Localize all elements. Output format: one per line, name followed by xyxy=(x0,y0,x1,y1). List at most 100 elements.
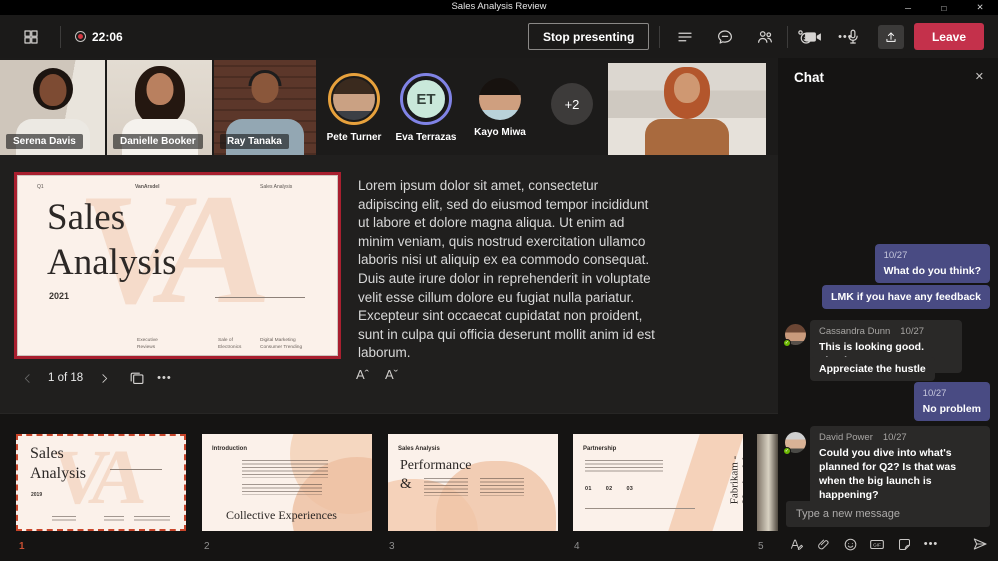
thumbnail-title: Performance xyxy=(400,458,472,474)
chat-message-self: LMK if you have any feedback xyxy=(822,285,990,309)
toolbar-divider xyxy=(60,26,61,48)
chat-close-icon[interactable]: ✕ xyxy=(975,70,984,83)
thumbnail-number: 1 xyxy=(19,541,25,552)
overflow-participants[interactable]: +2 xyxy=(536,83,608,125)
decrease-font-button[interactable]: Aˇ xyxy=(385,367,398,382)
maximize-button[interactable]: □ xyxy=(926,0,962,15)
toolbar-divider xyxy=(787,26,788,48)
share-tray-icon[interactable] xyxy=(878,25,904,49)
message-time: 10/27 xyxy=(884,249,981,263)
compose-more-icon[interactable]: ••• xyxy=(923,536,939,552)
video-tile-danielle-booker[interactable]: Danielle Booker xyxy=(107,60,212,155)
current-slide[interactable]: VA Q1 VanArsdel Sales Analysis Sales Ana… xyxy=(14,172,341,359)
previous-slide-icon[interactable] xyxy=(16,367,38,389)
thumbnail-slide-1[interactable]: VA Sales Analysis 2019 xyxy=(16,434,186,531)
thumbnail-number: 4 xyxy=(574,541,580,552)
svg-text:GIF: GIF xyxy=(873,542,881,547)
message-time: 10/27 xyxy=(923,387,981,401)
chat-message-input[interactable] xyxy=(786,501,990,527)
chat-bubble-icon[interactable] xyxy=(710,22,740,52)
chat-avatar-cassandra[interactable]: ✓ xyxy=(785,324,806,345)
thumbnail-slide-2[interactable]: Introduction Collective Experiences xyxy=(202,434,372,531)
window-titlebar: Sales Analysis Review ─ □ ✕ xyxy=(0,0,998,15)
participant-name-label: Pete Turner xyxy=(327,132,382,143)
avatar-eva-terrazas[interactable]: ET Eva Terrazas xyxy=(390,73,462,143)
message-meta: David Power10/27 xyxy=(819,431,981,445)
participant-name-tag: Ray Tanaka xyxy=(220,134,289,149)
status-available-icon: ✓ xyxy=(783,447,791,455)
send-icon[interactable] xyxy=(972,536,988,552)
slide-header-right: Sales Analysis xyxy=(260,184,292,190)
recording-dot-icon xyxy=(75,31,86,42)
window-title: Sales Analysis Review xyxy=(0,1,998,12)
recording-indicator: 22:06 xyxy=(75,30,123,44)
slide-grid-icon[interactable] xyxy=(125,367,147,389)
toolbar-divider xyxy=(659,26,660,48)
next-slide-icon[interactable] xyxy=(93,367,115,389)
thumbnail-number: 5 xyxy=(758,541,764,552)
avatar-photo xyxy=(479,78,521,120)
chat-panel-title: Chat xyxy=(794,70,824,85)
slide-body-text: Lorem ipsum dolor sit amet, consectetur … xyxy=(358,177,656,363)
chat-avatar-david[interactable]: ✓ xyxy=(785,432,806,453)
chat-panel: Chat ✕ 10/27 What do you think? LMK if y… xyxy=(778,58,998,561)
minimize-button[interactable]: ─ xyxy=(890,0,926,15)
meeting-toolbar: 22:06 Stop presenting ••• xyxy=(0,15,998,58)
window-controls: ─ □ ✕ xyxy=(890,0,998,15)
slide-title: Sales Analysis xyxy=(47,195,177,285)
format-icon[interactable] xyxy=(788,536,804,552)
thumbnail-slide-3[interactable]: Sales Analysis Performance & xyxy=(388,434,558,531)
leave-button[interactable]: Leave xyxy=(914,23,984,50)
message-text: Appreciate the hustle xyxy=(819,362,926,376)
emoji-icon[interactable] xyxy=(842,536,858,552)
participants-icon[interactable] xyxy=(750,22,780,52)
chat-message-other-followup: Appreciate the hustle xyxy=(810,357,935,381)
slide-header-left: Q1 xyxy=(37,184,44,190)
video-tile-serena-davis[interactable]: Serena Davis xyxy=(0,60,105,155)
presentation-stage: VA Q1 VanArsdel Sales Analysis Sales Ana… xyxy=(0,155,778,413)
avatar-kayo-miwa[interactable]: Kayo Miwa xyxy=(464,78,536,138)
teams-meeting-window: Sales Analysis Review ─ □ ✕ 22:06 Stop p… xyxy=(0,0,998,561)
slide-navigation: 1 of 18 ••• xyxy=(16,367,172,389)
speaking-ring: ET xyxy=(400,73,452,125)
message-meta: Cassandra Dunn 10/27 xyxy=(819,325,953,339)
participant-name-label: Kayo Miwa xyxy=(474,127,526,138)
close-button[interactable]: ✕ xyxy=(962,0,998,15)
meeting-timer: 22:06 xyxy=(92,30,123,44)
sticker-icon[interactable] xyxy=(896,536,912,552)
slide-year: 2021 xyxy=(49,291,69,301)
message-author: Cassandra Dunn xyxy=(819,326,890,337)
avatar-pete-turner[interactable]: Pete Turner xyxy=(318,73,390,143)
participant-name-tag: Serena Davis xyxy=(6,134,83,149)
increase-font-button[interactable]: Aˆ xyxy=(356,367,369,382)
chat-message-other: ✓ David Power10/27 Could you dive into w… xyxy=(785,426,990,507)
video-tile-ray-tanaka[interactable]: Ray Tanaka xyxy=(214,60,316,155)
message-time: 10/27 xyxy=(900,326,924,337)
thumbnail-slide-4[interactable]: Partnership 010203 Fabrikam - VanArsdel xyxy=(573,434,743,531)
camera-icon[interactable] xyxy=(798,22,828,52)
thumbnail-ampersand: & xyxy=(400,476,412,493)
apps-grid-icon[interactable] xyxy=(16,22,46,52)
participant-video-strip: Serena Davis Danielle Booker Ray Tanaka … xyxy=(0,58,778,155)
video-tile-presenter[interactable] xyxy=(608,63,766,155)
overflow-count-badge: +2 xyxy=(551,83,593,125)
slide-footer-col1: Executive Reviews xyxy=(137,337,158,351)
avatar-photo xyxy=(333,78,375,120)
thumbnail-strip: VA Sales Analysis 2019 1 Introduction Co… xyxy=(0,413,778,561)
message-author: David Power xyxy=(819,432,873,443)
thumbnail-number: 3 xyxy=(389,541,395,552)
slide-position-label: 1 of 18 xyxy=(48,372,83,384)
microphone-icon[interactable] xyxy=(838,22,868,52)
gif-icon[interactable]: GIF xyxy=(869,536,885,552)
slide-footer-col2: Sale of Electronics xyxy=(218,337,241,351)
status-available-icon: ✓ xyxy=(783,339,791,347)
message-text: No problem xyxy=(923,402,981,416)
stop-presenting-button[interactable]: Stop presenting xyxy=(528,23,649,50)
attach-icon[interactable] xyxy=(815,536,831,552)
presentation-more-icon[interactable]: ••• xyxy=(157,372,172,384)
thumbnail-slide-5[interactable] xyxy=(757,434,778,531)
speaking-ring xyxy=(328,73,380,125)
chat-compose-toolbar: GIF ••• xyxy=(788,534,988,554)
agenda-notes-icon[interactable] xyxy=(670,22,700,52)
video-feed xyxy=(608,63,766,155)
